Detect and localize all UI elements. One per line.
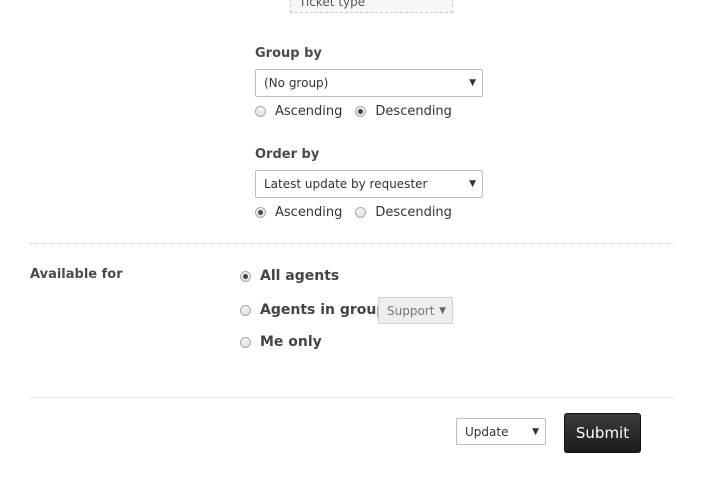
ticket-type-chip-label: Ticket type xyxy=(299,0,366,9)
group-by-ascending-label[interactable]: Ascending xyxy=(275,104,342,119)
group-by-select[interactable]: (No group) ▼ xyxy=(255,69,483,97)
ticket-type-chip[interactable]: Ticket type xyxy=(290,0,453,13)
update-action-select-value: Update xyxy=(465,424,509,439)
order-by-descending-label[interactable]: Descending xyxy=(375,205,452,220)
order-by-descending-radio[interactable] xyxy=(355,207,367,218)
group-by-label: Group by xyxy=(255,46,322,61)
footer-divider xyxy=(30,397,674,398)
all-agents-label[interactable]: All agents xyxy=(260,268,339,284)
me-only-radio[interactable] xyxy=(240,336,251,348)
me-only-label[interactable]: Me only xyxy=(260,334,322,350)
caret-down-icon: ▼ xyxy=(439,305,446,316)
group-by-direction: Ascending Descending xyxy=(255,104,452,119)
available-option-all-agents[interactable]: All agents xyxy=(240,268,339,284)
agent-group-select-value: Support xyxy=(387,303,435,318)
caret-down-icon: ▼ xyxy=(532,426,539,437)
agents-in-group-radio[interactable] xyxy=(240,304,251,316)
order-by-select[interactable]: Latest update by requester ▼ xyxy=(255,170,483,198)
all-agents-radio[interactable] xyxy=(240,270,251,282)
group-by-select-value: (No group) xyxy=(264,76,329,90)
order-by-ascending-label[interactable]: Ascending xyxy=(275,205,342,220)
group-by-ascending-radio[interactable] xyxy=(255,106,266,117)
order-by-direction: Ascending Descending xyxy=(255,205,452,220)
order-by-label: Order by xyxy=(255,147,320,162)
order-by-ascending-radio[interactable] xyxy=(255,207,266,218)
submit-button[interactable]: Submit xyxy=(564,413,641,453)
section-divider xyxy=(30,243,674,244)
group-by-descending-radio[interactable] xyxy=(355,106,367,117)
agents-in-group-label[interactable]: Agents in group xyxy=(260,302,386,318)
order-by-select-value: Latest update by requester xyxy=(264,177,428,191)
available-option-me-only[interactable]: Me only xyxy=(240,334,322,350)
caret-down-icon: ▼ xyxy=(469,179,476,189)
caret-down-icon: ▼ xyxy=(469,78,476,88)
available-option-agents-in-group[interactable]: Agents in group xyxy=(240,302,386,318)
available-for-label: Available for xyxy=(30,267,123,282)
agent-group-select[interactable]: Support ▼ xyxy=(378,297,453,324)
update-action-select[interactable]: Update ▼ xyxy=(456,418,546,445)
group-by-descending-label[interactable]: Descending xyxy=(375,104,452,119)
